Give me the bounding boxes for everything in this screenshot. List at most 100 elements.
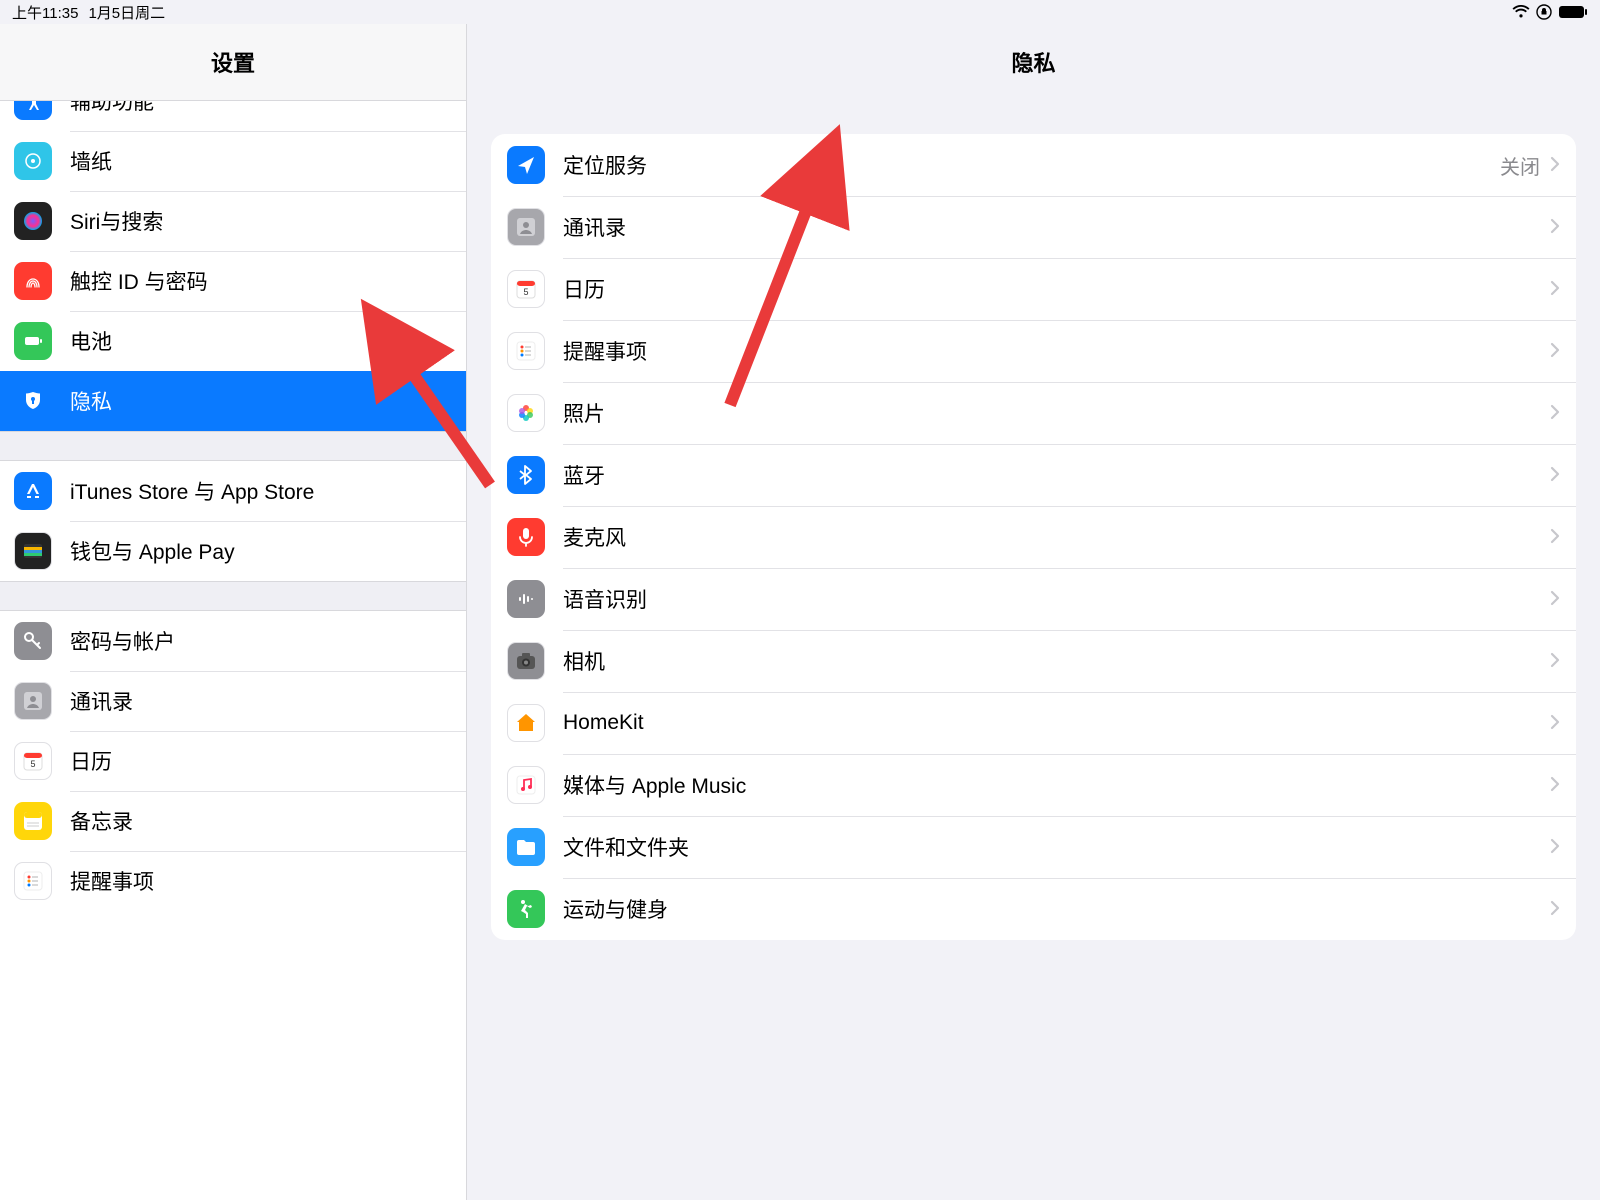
sidebar-row-touchid[interactable]: 触控 ID 与密码 bbox=[0, 251, 466, 311]
sidebar-label: 日历 bbox=[70, 746, 452, 776]
contacts-icon bbox=[507, 208, 545, 246]
wifi-icon bbox=[1512, 5, 1530, 19]
status-date: 1月5日周二 bbox=[88, 2, 165, 23]
chevron-right-icon bbox=[1550, 213, 1560, 241]
detail-row-location[interactable]: 定位服务关闭 bbox=[491, 134, 1576, 196]
wallpaper-icon bbox=[14, 142, 52, 180]
chevron-right-icon bbox=[1550, 895, 1560, 923]
svg-text:5: 5 bbox=[523, 287, 528, 297]
homekit-icon bbox=[507, 704, 545, 742]
sidebar-label: 辅助功能 bbox=[70, 101, 452, 116]
contacts-icon bbox=[14, 682, 52, 720]
calendar-icon: 5 bbox=[14, 742, 52, 780]
touchid-icon bbox=[14, 262, 52, 300]
sidebar-label: Siri与搜索 bbox=[70, 206, 452, 236]
chevron-right-icon bbox=[1550, 399, 1560, 427]
detail-row-photos[interactable]: 照片 bbox=[491, 382, 1576, 444]
detail-row-fitness[interactable]: 运动与健身 bbox=[491, 878, 1576, 940]
camera-icon bbox=[507, 642, 545, 680]
sidebar-label: 备忘录 bbox=[70, 806, 452, 836]
detail-label: 蓝牙 bbox=[563, 460, 1546, 490]
fitness-icon bbox=[507, 890, 545, 928]
privacy-icon bbox=[14, 382, 52, 420]
sidebar-row-appstore[interactable]: iTunes Store 与 App Store bbox=[0, 461, 466, 521]
sidebar-label: 隐私 bbox=[70, 386, 452, 416]
chevron-right-icon bbox=[1550, 275, 1560, 303]
detail-row-reminders[interactable]: 提醒事项 bbox=[491, 320, 1576, 382]
detail-label: 照片 bbox=[563, 398, 1546, 428]
bluetooth-icon bbox=[507, 456, 545, 494]
detail-row-bluetooth[interactable]: 蓝牙 bbox=[491, 444, 1576, 506]
detail-label: HomeKit bbox=[563, 711, 1546, 735]
sidebar-title: 设置 bbox=[0, 24, 466, 101]
chevron-right-icon bbox=[1550, 833, 1560, 861]
location-icon bbox=[507, 146, 545, 184]
sidebar-label: 通讯录 bbox=[70, 686, 452, 716]
detail-row-microphone[interactable]: 麦克风 bbox=[491, 506, 1576, 568]
status-time: 上午11:35 bbox=[12, 2, 78, 23]
sidebar-row-accessibility[interactable]: 辅助功能 bbox=[0, 101, 466, 131]
status-bar: 上午11:35 1月5日周二 bbox=[0, 0, 1600, 24]
chevron-right-icon bbox=[1550, 771, 1560, 799]
sidebar-row-contacts[interactable]: 通讯录 bbox=[0, 671, 466, 731]
chevron-right-icon bbox=[1550, 585, 1560, 613]
reminders-icon bbox=[507, 332, 545, 370]
sidebar-label: 提醒事项 bbox=[70, 866, 452, 896]
detail-value: 关闭 bbox=[1500, 151, 1540, 180]
sidebar-row-notes[interactable]: 备忘录 bbox=[0, 791, 466, 851]
detail-label: 定位服务 bbox=[563, 150, 1500, 180]
speech-icon bbox=[507, 580, 545, 618]
sidebar-row-battery[interactable]: 电池 bbox=[0, 311, 466, 371]
reminders-icon bbox=[14, 862, 52, 900]
detail-row-speech[interactable]: 语音识别 bbox=[491, 568, 1576, 630]
accessibility-icon bbox=[14, 101, 52, 120]
detail-row-camera[interactable]: 相机 bbox=[491, 630, 1576, 692]
battery-icon bbox=[1558, 5, 1588, 19]
chevron-right-icon bbox=[1550, 337, 1560, 365]
siri-icon bbox=[14, 202, 52, 240]
detail-label: 语音识别 bbox=[563, 584, 1546, 614]
key-icon bbox=[14, 622, 52, 660]
sidebar-label: iTunes Store 与 App Store bbox=[70, 476, 452, 506]
detail-label: 文件和文件夹 bbox=[563, 832, 1546, 862]
sidebar-label: 密码与帐户 bbox=[70, 626, 452, 656]
sidebar-label: 触控 ID 与密码 bbox=[70, 266, 452, 296]
rotation-lock-icon bbox=[1536, 4, 1552, 20]
chevron-right-icon bbox=[1550, 709, 1560, 737]
detail-row-contacts[interactable]: 通讯录 bbox=[491, 196, 1576, 258]
sidebar-row-privacy[interactable]: 隐私 bbox=[0, 371, 466, 431]
detail-label: 运动与健身 bbox=[563, 894, 1546, 924]
microphone-icon bbox=[507, 518, 545, 556]
detail-row-music[interactable]: 媒体与 Apple Music bbox=[491, 754, 1576, 816]
detail-label: 提醒事项 bbox=[563, 336, 1546, 366]
sidebar-row-siri[interactable]: Siri与搜索 bbox=[0, 191, 466, 251]
music-icon bbox=[507, 766, 545, 804]
calendar-icon: 5 bbox=[507, 270, 545, 308]
battery-icon bbox=[14, 322, 52, 360]
detail-label: 通讯录 bbox=[563, 212, 1546, 242]
chevron-right-icon bbox=[1550, 523, 1560, 551]
sidebar-label: 钱包与 Apple Pay bbox=[70, 536, 452, 566]
detail-title: 隐私 bbox=[467, 24, 1600, 100]
detail-label: 相机 bbox=[563, 646, 1546, 676]
sidebar-row-wallpaper[interactable]: 墙纸 bbox=[0, 131, 466, 191]
detail-row-folder[interactable]: 文件和文件夹 bbox=[491, 816, 1576, 878]
privacy-list: 定位服务关闭通讯录 5 日历提醒事项照片蓝牙麦克风语音识别相机 HomeKit 媒体与 … bbox=[491, 134, 1576, 940]
detail-label: 媒体与 Apple Music bbox=[563, 770, 1546, 800]
sidebar-row-calendar[interactable]: 5 日历 bbox=[0, 731, 466, 791]
sidebar-row-key[interactable]: 密码与帐户 bbox=[0, 611, 466, 671]
folder-icon bbox=[507, 828, 545, 866]
wallet-icon bbox=[14, 532, 52, 570]
sidebar-row-reminders[interactable]: 提醒事项 bbox=[0, 851, 466, 911]
svg-text:5: 5 bbox=[30, 759, 35, 769]
photos-icon bbox=[507, 394, 545, 432]
chevron-right-icon bbox=[1550, 461, 1560, 489]
sidebar-row-wallet[interactable]: 钱包与 Apple Pay bbox=[0, 521, 466, 581]
detail-row-calendar[interactable]: 5 日历 bbox=[491, 258, 1576, 320]
chevron-right-icon bbox=[1550, 647, 1560, 675]
notes-icon bbox=[14, 802, 52, 840]
detail-row-homekit[interactable]: HomeKit bbox=[491, 692, 1576, 754]
settings-sidebar: 设置 辅助功能墙纸 Siri与搜索触控 ID 与密码电池隐私 iTunes Stor… bbox=[0, 24, 467, 1200]
detail-label: 日历 bbox=[563, 274, 1546, 304]
appstore-icon bbox=[14, 472, 52, 510]
